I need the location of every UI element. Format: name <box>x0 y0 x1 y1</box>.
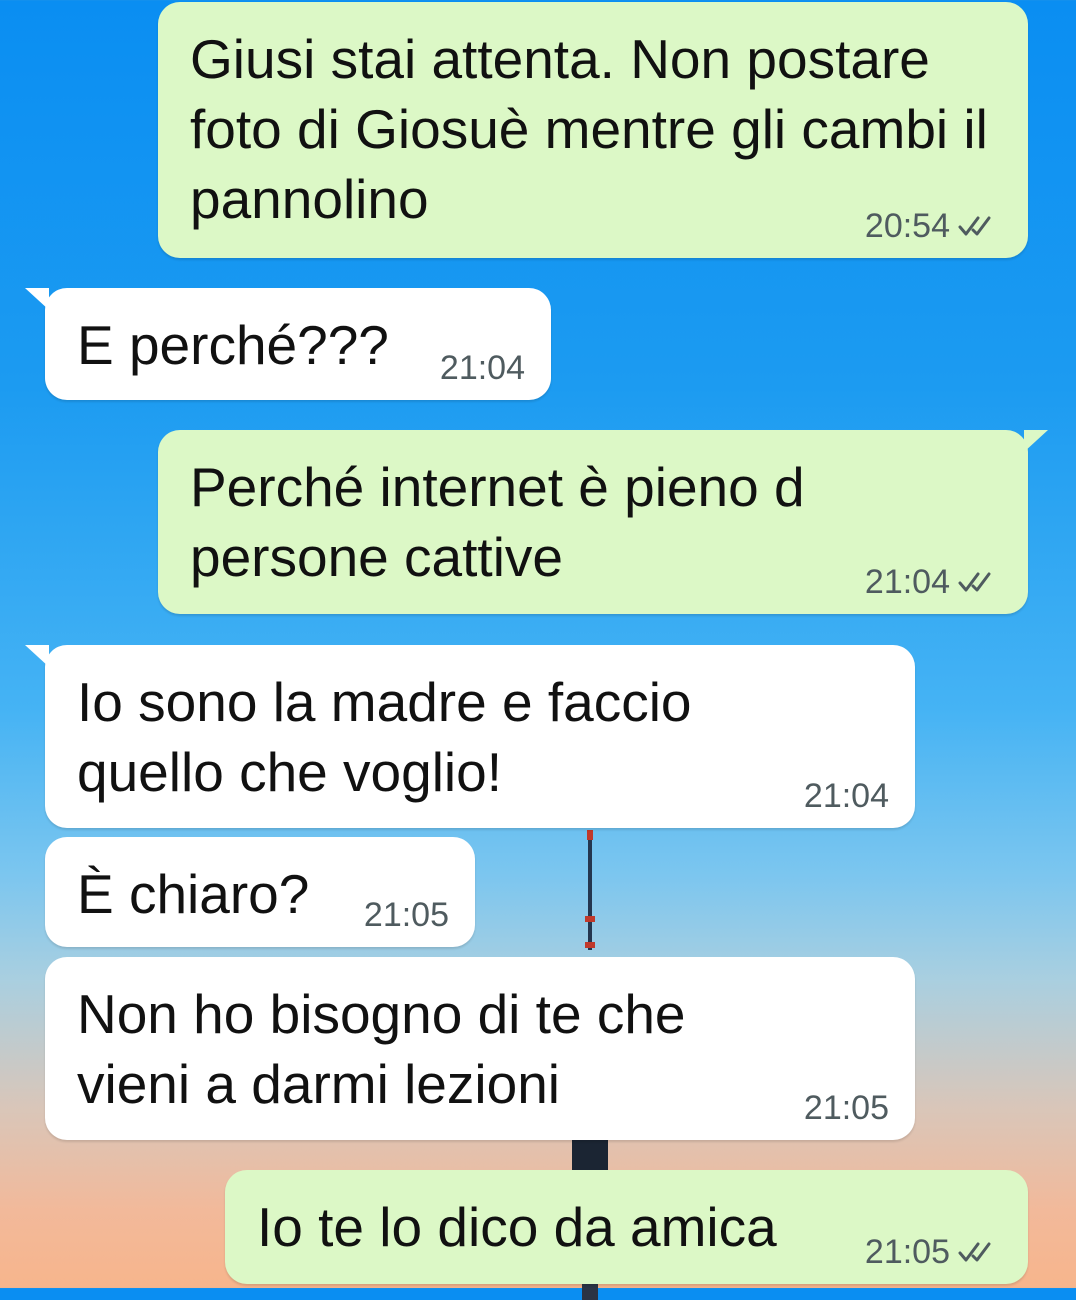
message-text: Io sono la madre e faccio quello che vog… <box>77 671 692 803</box>
message-meta: 20:54 <box>865 208 1002 244</box>
message-time: 21:04 <box>864 563 950 601</box>
double-check-icon <box>958 572 991 592</box>
message-meta: 21:04 <box>865 564 1002 600</box>
message-meta: 21:05 <box>804 1090 889 1126</box>
message-time: 21:04 <box>803 777 889 815</box>
message-text: Giusi stai attenta. Non postare foto di … <box>190 28 988 230</box>
message-time: 21:05 <box>363 896 449 934</box>
message-bubble-incoming[interactable]: È chiaro? 21:05 <box>45 837 475 947</box>
message-meta: 21:04 <box>804 778 889 814</box>
message-bubble-outgoing[interactable]: Perché internet è pieno d persone cattiv… <box>158 430 1048 614</box>
message-bubble-outgoing[interactable]: Giusi stai attenta. Non postare foto di … <box>158 2 1028 258</box>
message-meta: 21:05 <box>364 897 449 933</box>
message-meta: 21:04 <box>440 350 525 386</box>
message-bubble-outgoing[interactable]: Io te lo dico da amica 21:05 <box>225 1170 1028 1284</box>
message-meta: 21:05 <box>865 1234 1002 1270</box>
message-time: 21:05 <box>864 1233 950 1271</box>
tower-tip <box>587 830 593 840</box>
double-check-icon <box>958 216 991 236</box>
message-bubble-incoming[interactable]: E perché??? 21:04 <box>25 288 551 400</box>
tower-base <box>572 1140 608 1170</box>
tower-ring <box>585 916 595 922</box>
message-time: 21:05 <box>803 1089 889 1127</box>
message-bubble-incoming[interactable]: Non ho bisogno di te che vieni a darmi l… <box>45 957 915 1140</box>
message-time: 21:04 <box>439 349 525 387</box>
message-time: 20:54 <box>864 207 950 245</box>
message-text: Non ho bisogno di te che vieni a darmi l… <box>77 983 686 1115</box>
tower-mast <box>588 830 592 950</box>
message-bubble-incoming[interactable]: Io sono la madre e faccio quello che vog… <box>25 645 915 828</box>
tower-ring <box>585 942 595 948</box>
double-check-icon <box>958 1242 991 1262</box>
